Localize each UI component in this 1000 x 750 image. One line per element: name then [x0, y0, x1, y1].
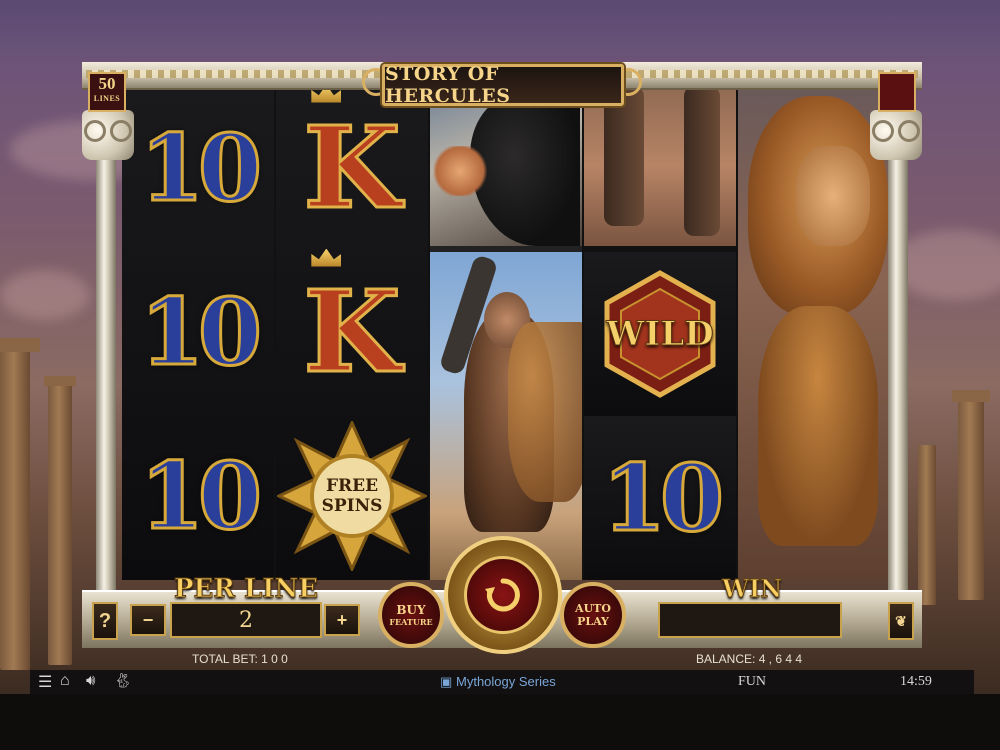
reel-1: 10 10 10 [122, 86, 274, 580]
auto-play-line1: AUTO [575, 602, 611, 615]
bottom-bar [0, 694, 1000, 750]
mode-label: FUN [738, 674, 767, 689]
buy-feature-line2: FEATURE [389, 616, 433, 627]
lines-count: 50 [98, 74, 116, 93]
auto-play-button[interactable]: AUTO PLAY [560, 582, 626, 648]
left-column [96, 110, 116, 630]
auto-play-line2: PLAY [577, 615, 609, 628]
leg-right [684, 86, 720, 236]
buy-feature-line1: BUY [396, 602, 426, 617]
control-bar: ? PER LINE − 2 + BUY FEATURE AUTO PLAY W… [82, 536, 922, 654]
smoke-cloud [430, 146, 490, 196]
free-spins-line1: FREE [325, 476, 379, 496]
spin-button[interactable] [444, 536, 562, 654]
game-title: STORY OF HERCULES [385, 63, 511, 107]
symbol-king-text: K [302, 84, 402, 235]
lion-art [738, 86, 894, 580]
warrior-legs-art [584, 86, 736, 246]
buy-feature-button[interactable]: BUY FEATURE [378, 582, 444, 648]
per-line-display: 2 [170, 602, 322, 638]
taskbar: ☰ ⌂ 🔊︎ 🐇︎ ▣ Mythology Series FUN 14:59 [30, 670, 974, 694]
help-button[interactable]: ? [92, 602, 118, 640]
wild-text: WILD [606, 314, 714, 355]
reel-5 [738, 86, 894, 580]
reel-3 [430, 86, 582, 580]
settings-shell-icon[interactable]: ❦ [888, 602, 914, 640]
right-capital [870, 110, 922, 160]
symbol-king-letter: K [302, 265, 402, 399]
crown-icon [311, 248, 342, 267]
symbol-ten: 10 [122, 250, 274, 414]
balance-value: 4 , 6 4 4 [758, 652, 803, 666]
bet-decrease-button[interactable]: − [130, 604, 166, 636]
ruin-column-right [958, 400, 984, 600]
rabbit-icon[interactable]: 🐇︎ [114, 672, 132, 689]
symbol-ten: 10 [122, 414, 274, 578]
balance-label: BALANCE: [696, 652, 756, 666]
minus-label: − [142, 609, 154, 630]
bet-increase-button[interactable]: + [324, 604, 360, 636]
clock: 14:59 [900, 674, 932, 689]
leg-left [604, 86, 644, 226]
right-column [888, 110, 908, 630]
per-line-label: PER LINE [173, 574, 319, 605]
lines-badge: 50 LINES [88, 72, 126, 112]
lion-body [758, 306, 878, 546]
symbol-ten: 10 [122, 86, 274, 250]
volume-icon[interactable]: 🔊︎ [86, 672, 95, 689]
series-logo-icon: ▣ [440, 674, 453, 689]
home-icon[interactable]: ⌂ [60, 672, 70, 690]
menu-icon[interactable]: ☰ [38, 672, 52, 692]
spin-button-core [464, 556, 542, 634]
win-display [658, 602, 842, 638]
symbol-wild: WILD [584, 252, 736, 416]
help-label: ? [98, 609, 112, 632]
eagle-art [430, 86, 582, 246]
total-bet-label: TOTAL BET: [192, 652, 258, 666]
symbol-ten-text: 10 [600, 443, 725, 554]
reel-4: WILD 10 [584, 86, 736, 580]
cloud [0, 270, 90, 320]
symbol-king: K [276, 84, 428, 250]
lion-pelt [508, 322, 582, 502]
total-bet: TOTAL BET: 1 0 0 [192, 652, 288, 666]
reel-2: K K FREE SPINS [276, 84, 428, 580]
symbol-king-text: K [302, 248, 402, 399]
lines-label: LINES [93, 94, 121, 103]
total-bet-value: 1 0 0 [261, 652, 288, 666]
free-spins-line2: SPINS [321, 496, 383, 516]
reel-area: 10 10 10 K K FREE SPINS WILD 10 [122, 84, 894, 580]
lion-face [796, 146, 870, 246]
spin-arrow-icon [485, 578, 520, 612]
free-spins-text: FREE SPINS [276, 414, 428, 578]
plus-label: + [336, 609, 348, 630]
ruin-column-left [48, 385, 72, 665]
ruin-column-left [0, 350, 30, 670]
hercules-art [430, 252, 582, 580]
left-capital [82, 110, 134, 160]
top-band [0, 0, 1000, 56]
per-line-value: 2 [239, 607, 253, 633]
game-title-plate: STORY OF HERCULES [382, 63, 624, 107]
series-label: Mythology Series [456, 674, 556, 689]
right-badge [878, 72, 916, 112]
symbol-ten-text: 10 [138, 277, 263, 388]
game-stage: 10 10 10 K K FREE SPINS WILD 10 50 LINES… [0, 0, 1000, 750]
ruin-capital-left [44, 376, 76, 386]
ruin-capital-right [952, 390, 990, 402]
symbol-ten: 10 [584, 416, 736, 580]
ruin-capital-left [0, 338, 40, 352]
symbol-ten-text: 10 [138, 441, 263, 552]
balance: BALANCE: 4 , 6 4 4 [696, 652, 802, 666]
symbol-ten-text: 10 [138, 113, 263, 224]
symbol-king-letter: K [302, 101, 402, 235]
symbol-free-spins: FREE SPINS [276, 414, 428, 578]
win-label: WIN [721, 574, 783, 604]
symbol-king: K [276, 248, 428, 414]
